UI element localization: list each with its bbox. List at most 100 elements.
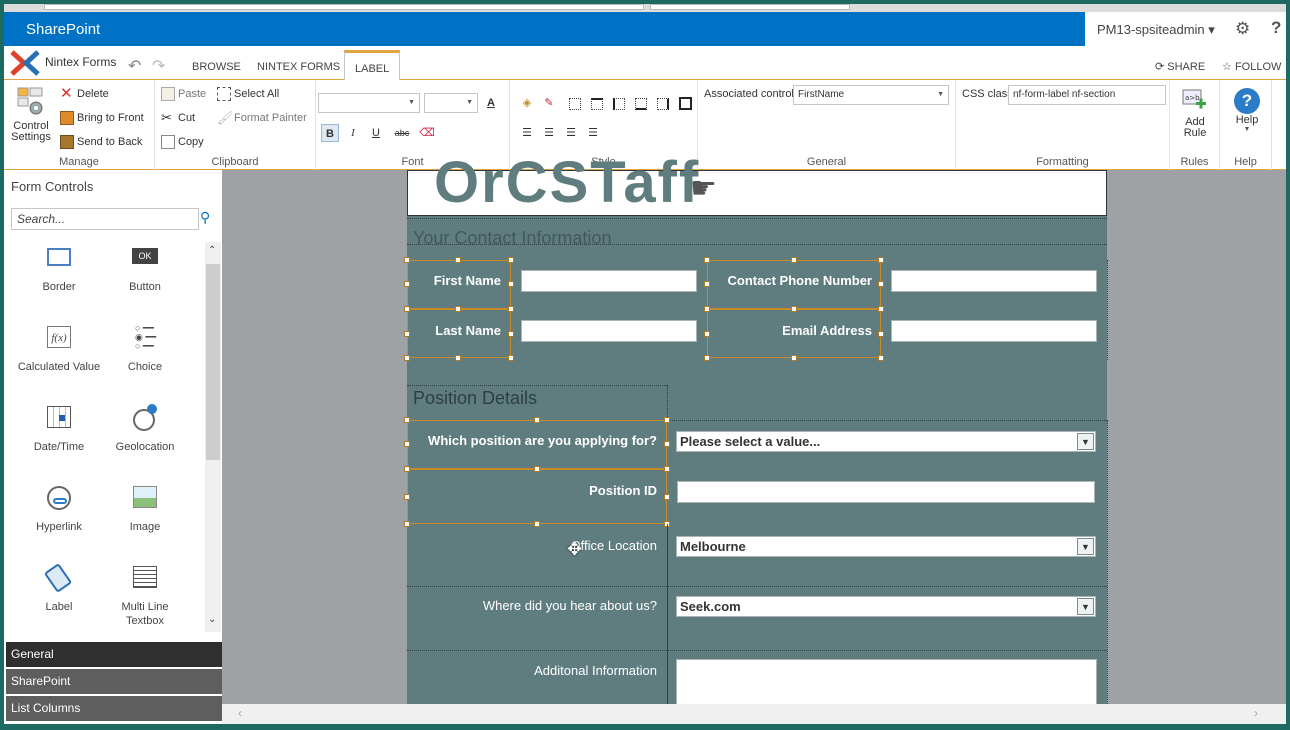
align-right-icon[interactable]: ☰ (562, 124, 580, 142)
contact-phone-input[interactable] (891, 270, 1097, 292)
control-calculated-value[interactable]: f(x) Calculated Value (16, 324, 102, 374)
send-to-back-button[interactable]: Send to Back (60, 135, 142, 149)
resize-handle[interactable] (704, 257, 710, 263)
sharepoint-brand[interactable]: SharePoint (26, 21, 100, 38)
resize-handle[interactable] (508, 331, 514, 337)
which-position-select[interactable]: Please select a value... ▼ (676, 431, 1096, 452)
resize-handle[interactable] (664, 494, 670, 500)
border-right-icon[interactable] (657, 98, 669, 110)
control-label[interactable]: Label (16, 563, 102, 614)
follow-button[interactable]: ☆ FOLLOW (1222, 60, 1281, 73)
last-name-label[interactable]: Last Name (407, 323, 501, 338)
additional-info-textarea[interactable] (676, 659, 1097, 706)
resize-handle[interactable] (534, 466, 540, 472)
clear-formatting-icon[interactable]: ⌫ (418, 124, 436, 142)
resize-handle[interactable] (664, 441, 670, 447)
resize-handle[interactable] (404, 281, 410, 287)
office-location-label[interactable]: Office Location (407, 538, 657, 553)
resize-handle[interactable] (455, 257, 461, 263)
resize-handle[interactable] (404, 417, 410, 423)
resize-handle[interactable] (404, 331, 410, 337)
control-choice[interactable]: ○ ━━ ◉ ━━ ○ ━━ Choice (102, 324, 188, 374)
category-sharepoint[interactable]: SharePoint (6, 669, 222, 694)
copy-button[interactable]: Copy (161, 135, 204, 149)
font-size-select[interactable]: ▼ (424, 93, 478, 113)
redo-icon[interactable]: ↷ (152, 56, 165, 76)
resize-handle[interactable] (878, 257, 884, 263)
which-position-label[interactable]: Which position are you applying for? (407, 433, 657, 448)
resize-handle[interactable] (404, 466, 410, 472)
border-bottom-icon[interactable] (635, 98, 647, 110)
resize-handle[interactable] (404, 257, 410, 263)
delete-button[interactable]: ✕ Delete (60, 86, 109, 101)
office-location-select[interactable]: Melbourne ▼ (676, 536, 1096, 557)
control-image[interactable]: Image (102, 484, 188, 534)
css-class-input[interactable]: nf-form-label nf-section (1008, 85, 1166, 105)
resize-handle[interactable] (664, 417, 670, 423)
chevron-right-icon[interactable]: › (1254, 706, 1258, 720)
resize-handle[interactable] (508, 281, 514, 287)
resize-handle[interactable] (878, 331, 884, 337)
pen-color-icon[interactable]: ✎ (540, 94, 558, 112)
resize-handle[interactable] (704, 355, 710, 361)
fill-color-icon[interactable]: ◈ (518, 94, 536, 112)
resize-handle[interactable] (878, 355, 884, 361)
chevron-down-icon[interactable]: ▼ (1077, 598, 1094, 615)
resize-handle[interactable] (704, 331, 710, 337)
resize-handle[interactable] (404, 521, 410, 527)
chevron-left-icon[interactable]: ‹ (238, 706, 242, 720)
resize-handle[interactable] (404, 494, 410, 500)
resize-handle[interactable] (791, 306, 797, 312)
border-all-icon[interactable] (679, 97, 692, 110)
category-general[interactable]: General (6, 642, 222, 667)
tab-browse[interactable]: BROWSE (192, 61, 241, 73)
format-painter-button[interactable]: 🖌Format Painter (217, 111, 307, 125)
search-icon[interactable]: ⚲ (200, 209, 210, 226)
first-name-label[interactable]: First Name (407, 273, 501, 288)
gear-icon[interactable]: ⚙ (1235, 19, 1250, 39)
where-hear-select[interactable]: Seek.com ▼ (676, 596, 1096, 617)
chevron-up-icon[interactable]: ⌃ (208, 245, 216, 256)
contact-phone-label[interactable]: Contact Phone Number (707, 273, 872, 288)
help-icon[interactable]: ? (1271, 18, 1281, 38)
font-family-select[interactable]: ▼ (318, 93, 420, 113)
where-hear-label[interactable]: Where did you hear about us? (407, 598, 657, 613)
control-date-time[interactable]: Date/Time (16, 404, 102, 454)
control-geolocation[interactable]: Geolocation (102, 404, 188, 454)
email-label[interactable]: Email Address (707, 323, 872, 338)
border-left-icon[interactable] (613, 98, 625, 110)
resize-handle[interactable] (508, 257, 514, 263)
control-border[interactable]: Border (16, 244, 102, 294)
chevron-down-icon[interactable]: ▼ (1077, 538, 1094, 555)
font-color-icon[interactable]: A (482, 94, 500, 112)
resize-handle[interactable] (791, 355, 797, 361)
cut-button[interactable]: ✂ Cut (161, 111, 195, 125)
canvas-vertical-scrollbar[interactable] (1268, 170, 1286, 724)
email-input[interactable] (891, 320, 1097, 342)
tab-label[interactable]: LABEL (344, 50, 401, 81)
select-all-button[interactable]: Select All (217, 87, 279, 101)
add-rule-button[interactable]: a>b Add Rule (1176, 88, 1214, 139)
undo-icon[interactable]: ↶ (128, 56, 141, 76)
user-menu[interactable]: PM13-spsiteadmin ▾ (1097, 22, 1215, 38)
resize-handle[interactable] (404, 441, 410, 447)
resize-handle[interactable] (404, 355, 410, 361)
paste-button[interactable]: Paste (161, 87, 206, 101)
resize-handle[interactable] (508, 306, 514, 312)
control-settings-button[interactable]: Control Settings (10, 86, 52, 143)
resize-handle[interactable] (508, 355, 514, 361)
resize-handle[interactable] (878, 306, 884, 312)
strikethrough-button[interactable]: abc (390, 124, 414, 142)
align-justify-icon[interactable]: ☰ (584, 124, 602, 142)
bold-button[interactable]: B (321, 124, 339, 142)
resize-handle[interactable] (704, 306, 710, 312)
align-center-icon[interactable]: ☰ (540, 124, 558, 142)
resize-handle[interactable] (664, 466, 670, 472)
scrollbar-thumb[interactable] (206, 264, 220, 460)
browser-tab[interactable] (44, 4, 644, 10)
associated-control-select[interactable]: FirstName ▼ (793, 85, 949, 105)
align-left-icon[interactable]: ☰ (518, 124, 536, 142)
last-name-input[interactable] (521, 320, 697, 342)
share-button[interactable]: ⟳ SHARE (1155, 60, 1205, 73)
italic-button[interactable]: I (344, 124, 362, 142)
